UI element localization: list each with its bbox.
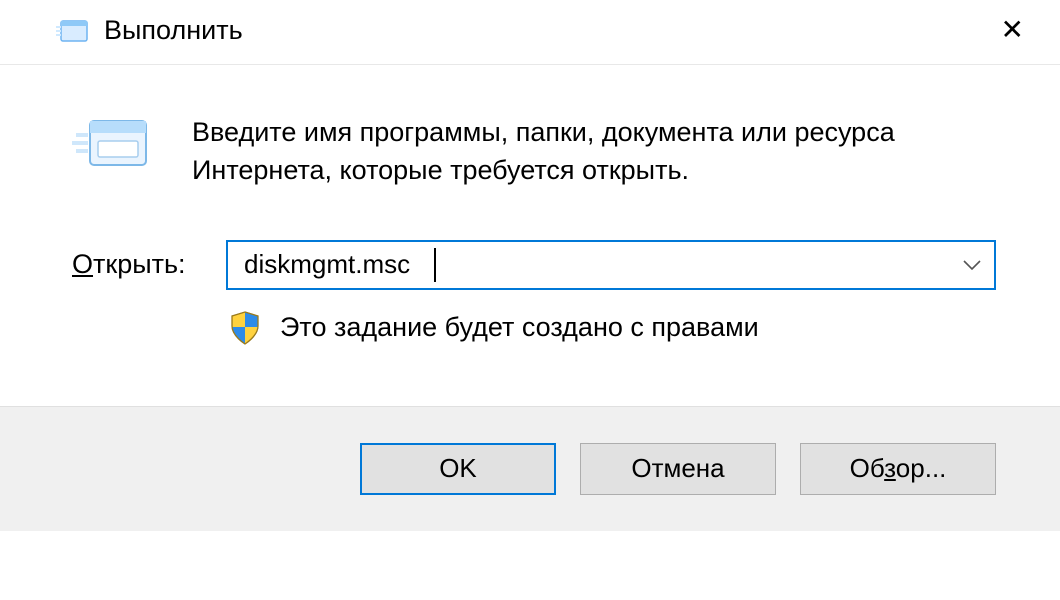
open-combobox[interactable]: [226, 240, 996, 290]
admin-note-text: Это задание будет создано с правами: [280, 312, 759, 343]
open-label: Открыть:: [72, 249, 196, 280]
admin-note-row: Это задание будет создано с правами: [228, 310, 996, 346]
cancel-button[interactable]: Отмена: [580, 443, 776, 495]
ok-button[interactable]: OK: [360, 443, 556, 495]
close-button[interactable]: ✕: [985, 10, 1040, 50]
uac-shield-icon: [228, 310, 262, 346]
titlebar: Выполнить ✕: [0, 0, 1060, 65]
text-cursor: [434, 248, 436, 282]
description-text: Введите имя программы, папки, документа …: [192, 111, 996, 190]
titlebar-left: Выполнить: [56, 15, 243, 46]
description-row: Введите имя программы, папки, документа …: [72, 111, 996, 190]
dialog-title: Выполнить: [104, 15, 243, 46]
open-row: Открыть:: [72, 240, 996, 290]
dialog-content: Введите имя программы, папки, документа …: [0, 65, 1060, 406]
run-title-icon: [56, 15, 90, 45]
browse-button[interactable]: Обзор...: [800, 443, 996, 495]
button-bar: OK Отмена Обзор...: [0, 406, 1060, 531]
run-icon: [72, 111, 154, 179]
run-dialog: Выполнить ✕ Введите имя программы, папки…: [0, 0, 1060, 531]
open-input[interactable]: [226, 240, 996, 290]
